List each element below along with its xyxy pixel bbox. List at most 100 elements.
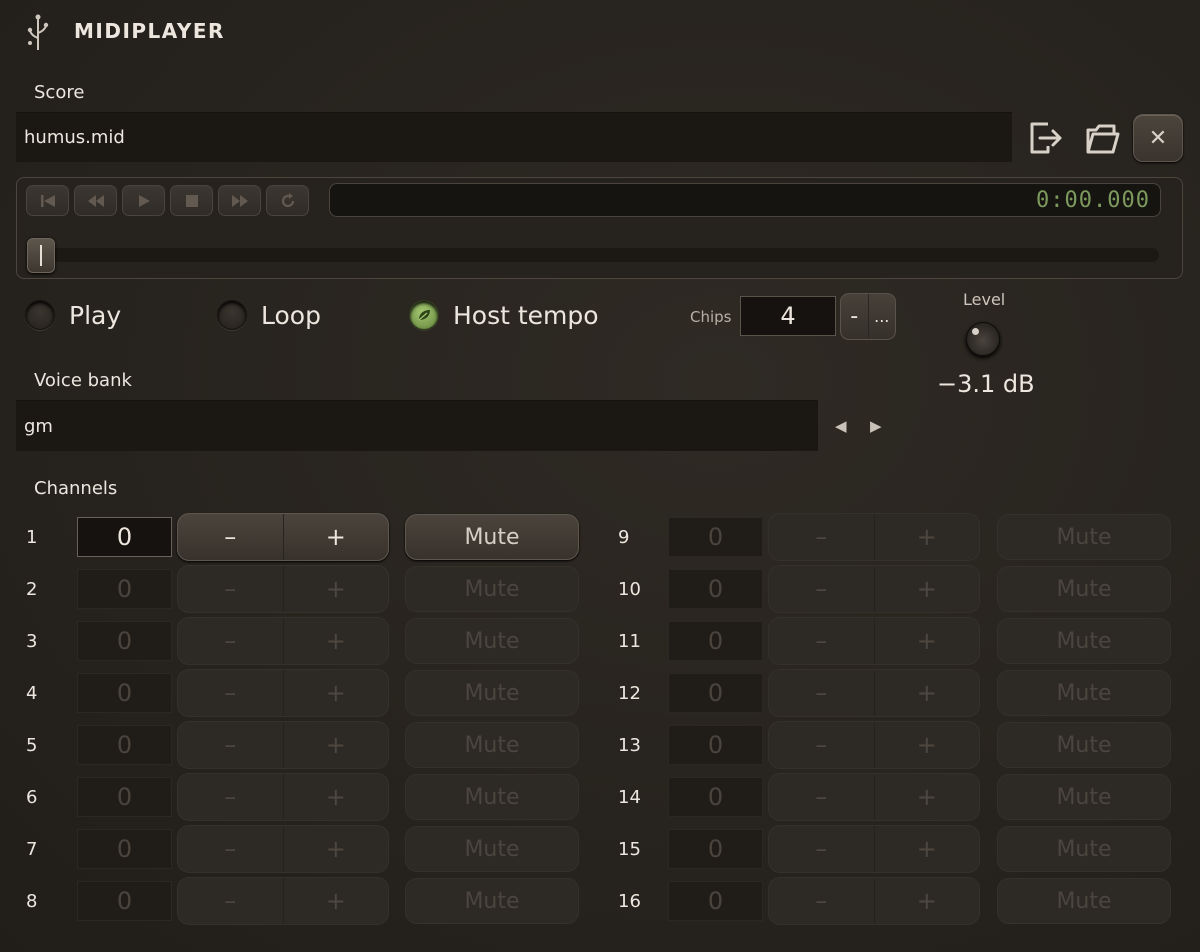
- channel-increment-button[interactable]: +: [282, 514, 389, 560]
- channel-number: 7: [26, 839, 38, 860]
- play-toggle[interactable]: Play: [25, 300, 121, 330]
- channel-mute-button[interactable]: Mute: [997, 566, 1171, 612]
- channel-increment-button[interactable]: +: [282, 566, 389, 612]
- host-tempo-toggle[interactable]: Host tempo: [409, 300, 599, 330]
- channel-value-field[interactable]: 0: [77, 621, 172, 661]
- channel-number: 16: [618, 891, 641, 912]
- channel-mute-button[interactable]: Mute: [405, 774, 579, 820]
- channel-decrement-button[interactable]: –: [178, 878, 283, 924]
- close-button[interactable]: ✕: [1133, 114, 1183, 162]
- chips-value-field[interactable]: 4: [740, 296, 836, 336]
- channel-increment-button[interactable]: +: [282, 774, 389, 820]
- chips-decrement-button[interactable]: -: [841, 294, 868, 339]
- channel-decrement-button[interactable]: –: [769, 878, 874, 924]
- stop-button[interactable]: [170, 185, 213, 216]
- level-value: −3.1 dB: [937, 370, 1035, 398]
- channel-mute-button[interactable]: Mute: [997, 722, 1171, 768]
- channel-decrement-button[interactable]: –: [769, 618, 874, 664]
- voice-bank-value: gm: [24, 415, 53, 437]
- channel-decrement-button[interactable]: –: [769, 826, 874, 872]
- level-label: Level: [963, 290, 1006, 309]
- channel-value-field[interactable]: 0: [77, 777, 172, 817]
- channel-mute-button[interactable]: Mute: [997, 878, 1171, 924]
- export-button[interactable]: [1024, 116, 1068, 160]
- voice-bank-field[interactable]: gm: [16, 400, 818, 451]
- channel-decrement-button[interactable]: –: [769, 774, 874, 820]
- channel-mute-button[interactable]: Mute: [405, 618, 579, 664]
- channel-decrement-button[interactable]: –: [178, 826, 283, 872]
- voice-bank-next-button[interactable]: ▶: [870, 417, 882, 435]
- level-knob[interactable]: [966, 322, 1000, 356]
- channel-stepper: – +: [177, 877, 389, 925]
- channel-mute-button[interactable]: Mute: [405, 878, 579, 924]
- loop-button[interactable]: [266, 185, 309, 216]
- channel-mute-button[interactable]: Mute: [997, 826, 1171, 872]
- channel-decrement-button[interactable]: –: [178, 774, 283, 820]
- channel-value-field[interactable]: 0: [668, 777, 763, 817]
- chips-stepper: - ...: [840, 293, 896, 340]
- channel-value-field[interactable]: 0: [77, 725, 172, 765]
- channel-value-field[interactable]: 0: [668, 725, 763, 765]
- channel-stepper: – +: [177, 721, 389, 769]
- channel-increment-button[interactable]: +: [282, 722, 389, 768]
- play-button[interactable]: [122, 185, 165, 216]
- channel-decrement-button[interactable]: –: [769, 514, 874, 560]
- channel-mute-button[interactable]: Mute: [997, 670, 1171, 716]
- channel-decrement-button[interactable]: –: [178, 722, 283, 768]
- channel-stepper: – +: [768, 669, 980, 717]
- channel-value-field[interactable]: 0: [668, 829, 763, 869]
- channel-mute-button[interactable]: Mute: [997, 618, 1171, 664]
- channel-value-field[interactable]: 0: [668, 569, 763, 609]
- channel-value-field[interactable]: 0: [77, 881, 172, 921]
- channel-increment-button[interactable]: +: [282, 618, 389, 664]
- channel-value-field[interactable]: 0: [668, 517, 763, 557]
- chips-more-button[interactable]: ...: [867, 294, 896, 339]
- channel-increment-button[interactable]: +: [282, 826, 389, 872]
- position-slider-handle[interactable]: [27, 238, 55, 273]
- channel-decrement-button[interactable]: –: [178, 514, 283, 560]
- channel-increment-button[interactable]: +: [282, 878, 389, 924]
- channel-decrement-button[interactable]: –: [769, 722, 874, 768]
- channel-value-field[interactable]: 0: [77, 517, 172, 557]
- channel-mute-button[interactable]: Mute: [405, 722, 579, 768]
- voice-bank-prev-button[interactable]: ◀: [835, 417, 847, 435]
- channel-number: 11: [618, 631, 641, 652]
- channel-mute-button[interactable]: Mute: [997, 514, 1171, 560]
- open-folder-button[interactable]: [1080, 116, 1124, 160]
- channel-mute-button[interactable]: Mute: [405, 826, 579, 872]
- channel-increment-button[interactable]: +: [873, 618, 980, 664]
- channel-value-field[interactable]: 0: [668, 673, 763, 713]
- channel-mute-button[interactable]: Mute: [997, 774, 1171, 820]
- channel-decrement-button[interactable]: –: [178, 618, 283, 664]
- loop-toggle[interactable]: Loop: [217, 300, 321, 330]
- channel-stepper: – +: [177, 565, 389, 613]
- channel-decrement-button[interactable]: –: [769, 566, 874, 612]
- skip-start-button[interactable]: [26, 185, 69, 216]
- channel-value-field[interactable]: 0: [77, 673, 172, 713]
- channel-value-field[interactable]: 0: [668, 881, 763, 921]
- channel-increment-button[interactable]: +: [873, 670, 980, 716]
- channel-mute-button[interactable]: Mute: [405, 514, 579, 560]
- channel-increment-button[interactable]: +: [873, 722, 980, 768]
- channel-increment-button[interactable]: +: [873, 566, 980, 612]
- channel-value-field[interactable]: 0: [668, 621, 763, 661]
- position-slider-track[interactable]: [37, 248, 1159, 262]
- channels-label: Channels: [34, 478, 118, 499]
- channel-decrement-button[interactable]: –: [178, 670, 283, 716]
- channel-value-field[interactable]: 0: [77, 829, 172, 869]
- rewind-button[interactable]: [74, 185, 117, 216]
- channel-mute-button[interactable]: Mute: [405, 566, 579, 612]
- channel-mute-button[interactable]: Mute: [405, 670, 579, 716]
- channel-number: 6: [26, 787, 38, 808]
- score-filename-field[interactable]: humus.mid: [16, 112, 1012, 162]
- channel-increment-button[interactable]: +: [873, 774, 980, 820]
- channel-increment-button[interactable]: +: [282, 670, 389, 716]
- channel-decrement-button[interactable]: –: [178, 566, 283, 612]
- channel-decrement-button[interactable]: –: [769, 670, 874, 716]
- fast-forward-button[interactable]: [218, 185, 261, 216]
- rewind-icon: [87, 194, 104, 207]
- channel-value-field[interactable]: 0: [77, 569, 172, 609]
- channel-increment-button[interactable]: +: [873, 826, 980, 872]
- channel-increment-button[interactable]: +: [873, 514, 980, 560]
- channel-increment-button[interactable]: +: [873, 878, 980, 924]
